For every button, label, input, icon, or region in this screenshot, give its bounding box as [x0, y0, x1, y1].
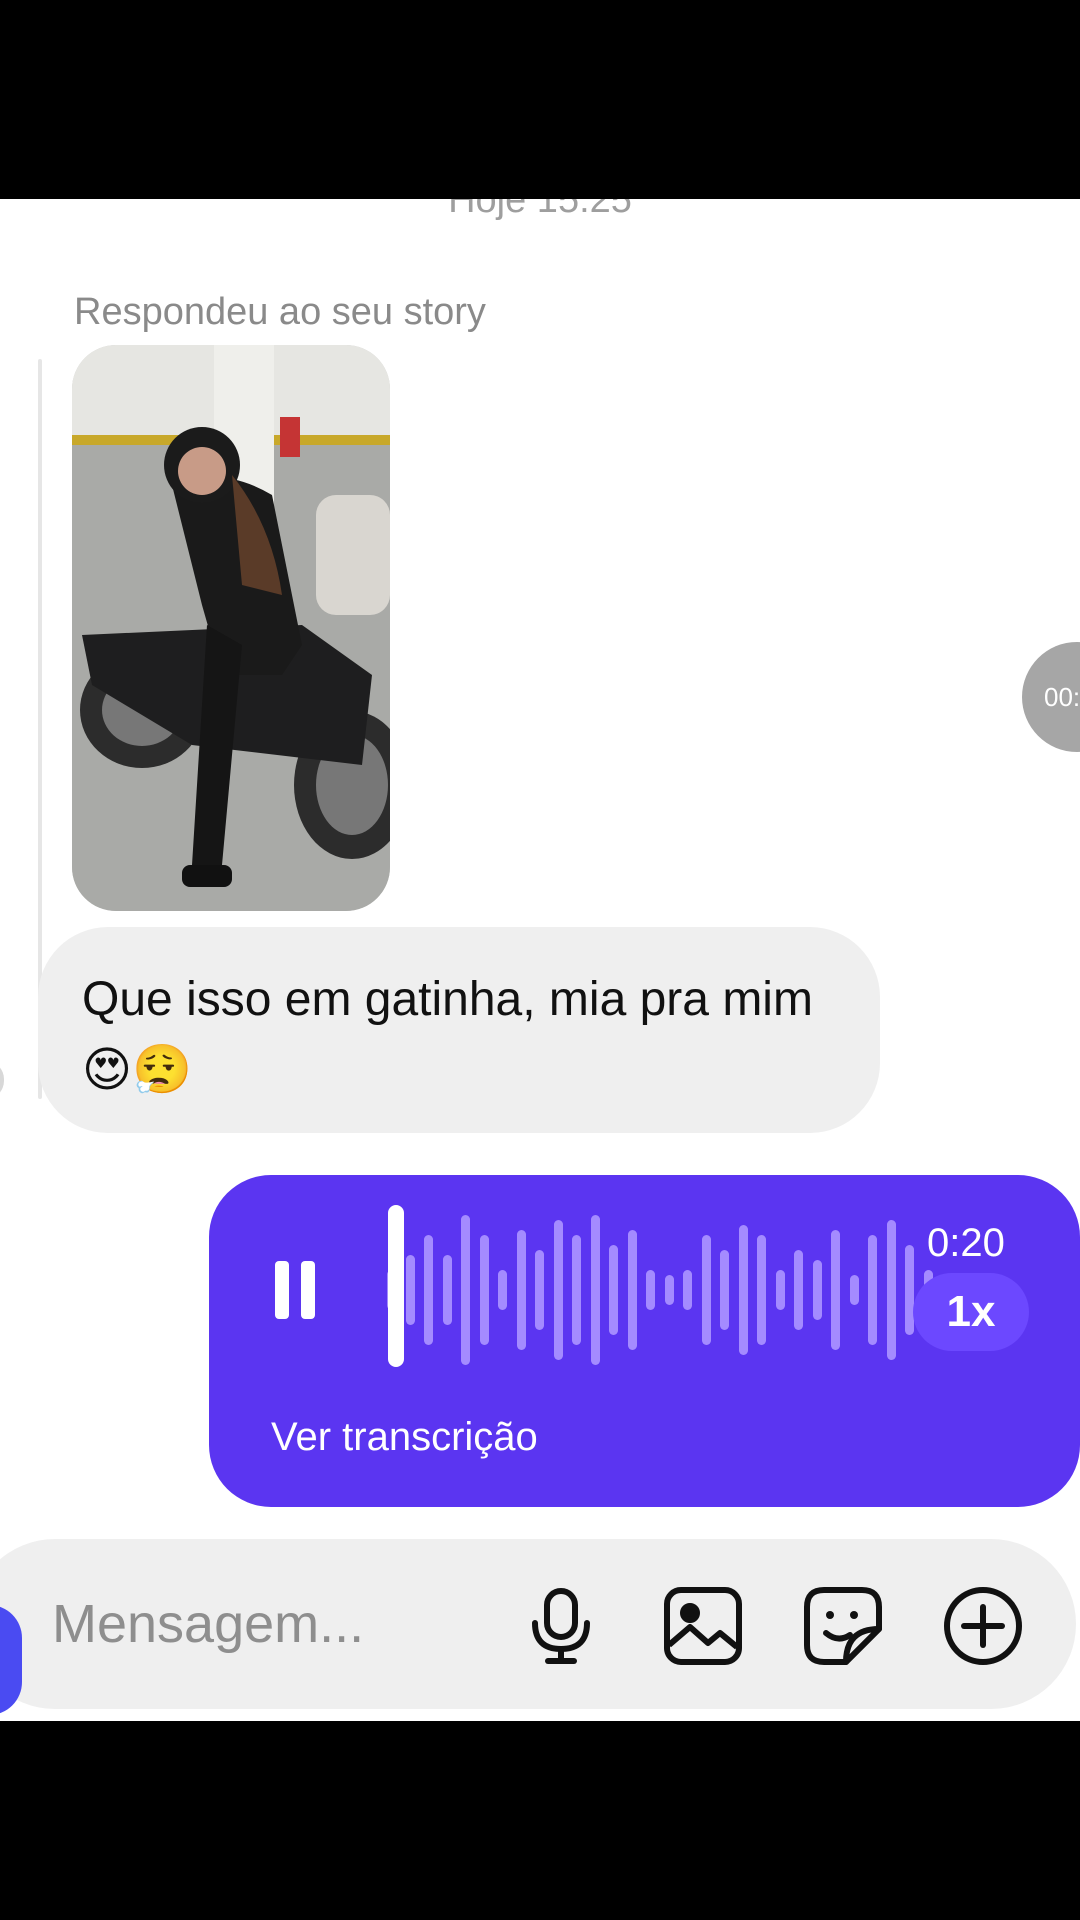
- incoming-message-body: Que isso em gatinha, mia pra mim: [82, 973, 813, 1026]
- message-timestamp: Hoje 15:25: [448, 199, 632, 221]
- waveform-bar: [627, 1230, 637, 1350]
- waveform-bar: [516, 1230, 526, 1350]
- message-input[interactable]: [52, 1589, 472, 1659]
- side-audio-duration: 00:: [1022, 642, 1080, 752]
- sender-avatar[interactable]: [0, 1061, 4, 1099]
- waveform-bar: [553, 1220, 563, 1360]
- gallery-icon[interactable]: [662, 1585, 744, 1667]
- waveform-bar: [683, 1270, 692, 1310]
- waveform-bar: [812, 1260, 822, 1320]
- story-thumbnail[interactable]: [72, 345, 390, 911]
- waveform-bar: [849, 1275, 859, 1305]
- waveform-bar: [886, 1220, 896, 1360]
- waveform-bar: [442, 1255, 452, 1325]
- waveform-bar: [609, 1245, 618, 1335]
- microphone-icon[interactable]: [520, 1585, 602, 1667]
- waveform-bar: [535, 1250, 544, 1330]
- waveform-bar: [868, 1235, 877, 1345]
- waveform-bar: [479, 1235, 489, 1345]
- plus-circle-icon[interactable]: [942, 1585, 1024, 1667]
- waveform-bar: [646, 1270, 655, 1310]
- story-reply-label: Respondeu ao seu story: [74, 291, 486, 333]
- incoming-message-emojis: 😍😮‍💨: [82, 1042, 192, 1098]
- waveform-bar: [720, 1250, 729, 1330]
- view-transcription-link[interactable]: Ver transcrição: [271, 1415, 538, 1460]
- waveform-bar: [498, 1270, 507, 1310]
- waveform-bar: [831, 1230, 840, 1350]
- waveform-bar: [405, 1255, 415, 1325]
- waveform-bar: [590, 1215, 600, 1365]
- waveform-bar: [572, 1235, 581, 1345]
- waveform-bar: [905, 1245, 914, 1335]
- waveform-bar: [664, 1275, 674, 1305]
- waveform-bar: [738, 1225, 748, 1355]
- waveform-bar: [701, 1235, 711, 1345]
- sticker-icon[interactable]: [802, 1585, 884, 1667]
- incoming-message-text: Que isso em gatinha, mia pra mim 😍😮‍💨: [82, 965, 840, 1106]
- playback-scrubber[interactable]: [388, 1205, 404, 1367]
- voice-duration: 0:20: [927, 1221, 1005, 1265]
- waveform-bar: [461, 1215, 470, 1365]
- waveform-bar: [794, 1250, 803, 1330]
- chat-thread[interactable]: Hoje 15:25 Respondeu ao seu story 00: Qu…: [0, 199, 1080, 1721]
- waveform-bar: [424, 1235, 433, 1345]
- audio-waveform[interactable]: [379, 1205, 939, 1375]
- pause-icon[interactable]: [275, 1261, 321, 1321]
- top-black-bar: [0, 0, 1080, 199]
- waveform-bar: [775, 1270, 785, 1310]
- voice-message-bubble[interactable]: 0:20 1x Ver transcrição: [209, 1175, 1080, 1507]
- waveform-bar: [757, 1235, 766, 1345]
- story-photo-image: [72, 345, 390, 911]
- incoming-message-bubble[interactable]: Que isso em gatinha, mia pra mim 😍😮‍💨: [38, 927, 880, 1133]
- playback-speed-button[interactable]: 1x: [913, 1273, 1029, 1351]
- bottom-black-bar: [0, 1721, 1080, 1920]
